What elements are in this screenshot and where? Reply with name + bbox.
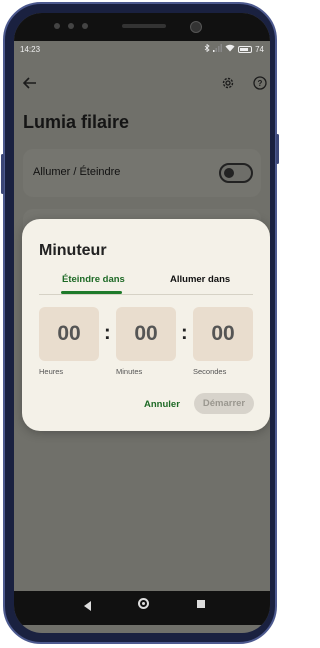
minutes-label: Minutes — [116, 367, 143, 376]
seconds-label: Secondes — [193, 367, 227, 376]
dialog-title: Minuteur — [39, 242, 107, 259]
tab-turn-on-in[interactable]: Allumer dans — [170, 274, 230, 285]
volume-button — [1, 154, 4, 194]
nav-recents-icon[interactable] — [197, 600, 205, 608]
nav-back-icon[interactable] — [84, 601, 91, 611]
earpiece-speaker — [122, 24, 166, 28]
timer-dialog: Minuteur Éteindre dans Allumer dans 00 :… — [22, 219, 270, 431]
power-label: Allumer / Éteindre — [33, 166, 121, 178]
signal-icon — [213, 44, 223, 54]
status-bar: 14:23 74 — [14, 41, 270, 59]
page-title: Lumia filaire — [23, 112, 130, 132]
cancel-button[interactable]: Annuler — [144, 399, 180, 410]
battery-percent: 74 — [255, 44, 264, 54]
separator: : — [181, 322, 188, 344]
wifi-icon — [225, 44, 235, 54]
sensor-dots — [54, 23, 110, 31]
svg-text:?: ? — [258, 79, 263, 88]
status-icons: 74 — [204, 43, 264, 54]
camera-notch-area — [14, 13, 270, 41]
hours-field[interactable]: 00 — [39, 307, 99, 361]
phone-frame: 14:23 74 ? Lumia filaire Allumer / Étein… — [1, 2, 279, 644]
battery-icon — [238, 45, 253, 53]
hours-label: Heures — [39, 367, 64, 376]
nav-home-icon[interactable] — [138, 598, 149, 609]
system-nav-bar — [14, 591, 270, 625]
app-bar: ? — [14, 73, 270, 105]
help-icon[interactable]: ? — [250, 73, 270, 93]
separator: : — [104, 322, 111, 344]
power-button — [276, 134, 279, 164]
gear-icon[interactable] — [218, 73, 238, 93]
bluetooth-icon — [204, 43, 210, 54]
seconds-field[interactable]: 00 — [193, 307, 253, 361]
start-button[interactable]: Démarrer — [194, 393, 254, 414]
tab-divider — [39, 294, 253, 295]
status-time: 14:23 — [20, 45, 41, 54]
switch-knob — [224, 168, 234, 178]
screen: 14:23 74 ? Lumia filaire Allumer / Étein… — [14, 13, 270, 633]
arrow-left-icon[interactable] — [20, 73, 40, 93]
front-camera — [190, 21, 202, 33]
power-switch[interactable] — [219, 163, 253, 183]
minutes-field[interactable]: 00 — [116, 307, 176, 361]
tab-turn-off-in[interactable]: Éteindre dans — [62, 274, 125, 285]
power-card[interactable]: Allumer / Éteindre — [23, 149, 261, 197]
